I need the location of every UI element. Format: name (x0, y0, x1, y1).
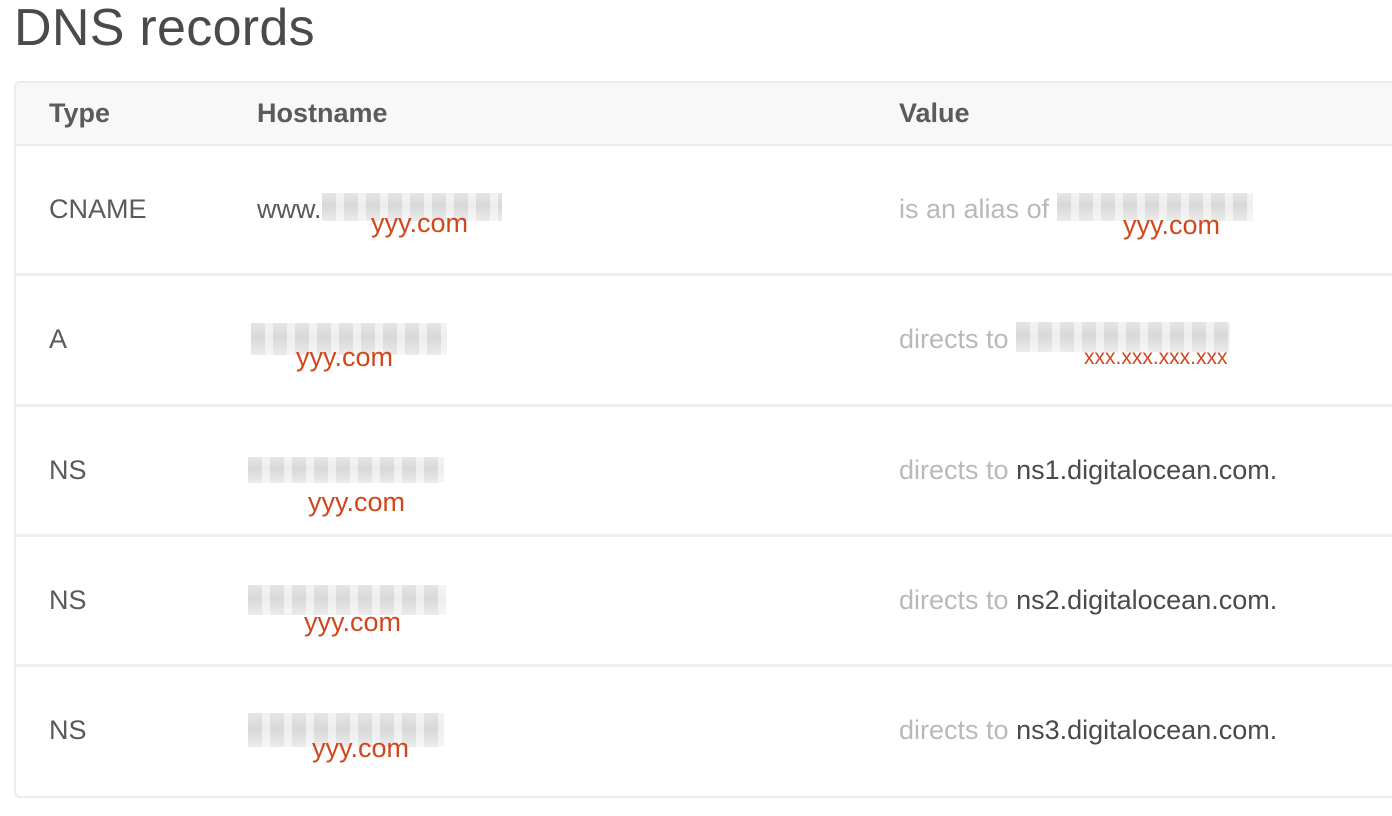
hostname-annotation: yyy.com (371, 208, 469, 238)
value-prefix: is an alias of (899, 194, 1050, 224)
value-prefix: directs to (899, 455, 1009, 485)
column-header-hostname: Hostname (257, 98, 388, 128)
table-row[interactable]: CNAME www. yyy.com is an alias of yyy.co… (16, 146, 1392, 276)
value-text: ns2.digitalocean.com. (1016, 585, 1278, 615)
value-prefix: directs to (899, 715, 1009, 745)
record-type: NS (49, 715, 87, 745)
table-row[interactable]: NS yyy.com directs to ns3.digitalocean.c… (16, 667, 1392, 796)
dns-records-table: Type Hostname Value CNAME www. yyy.com i… (14, 81, 1392, 798)
hostname-annotation: yyy.com (312, 733, 410, 763)
value-annotation: yyy.com (1123, 210, 1221, 240)
value-prefix: directs to (899, 585, 1009, 615)
redacted-hostname (248, 456, 444, 483)
record-type: NS (49, 455, 87, 485)
hostname-prefix: www. (257, 194, 322, 224)
page-title: DNS records (14, 0, 315, 57)
table-header: Type Hostname Value (16, 83, 1392, 146)
record-value: directs to ns2.digitalocean.com. (899, 585, 1277, 616)
record-hostname (248, 455, 444, 486)
record-type: CNAME (49, 194, 147, 224)
value-text: ns3.digitalocean.com. (1016, 715, 1278, 745)
record-value: directs to ns3.digitalocean.com. (899, 715, 1277, 746)
record-type: A (49, 324, 68, 354)
hostname-annotation: yyy.com (296, 342, 394, 372)
table-row[interactable]: A yyy.com directs to xxx.xxx.xxx.xxx (16, 276, 1392, 407)
record-value: directs to ns1.digitalocean.com. (899, 455, 1277, 486)
value-prefix: directs to (899, 324, 1009, 354)
value-text: ns1.digitalocean.com. (1016, 455, 1278, 485)
hostname-annotation: yyy.com (308, 487, 406, 517)
table-row[interactable]: NS yyy.com directs to ns1.digitalocean.c… (16, 407, 1392, 537)
column-header-value: Value (899, 98, 970, 128)
column-header-type: Type (49, 98, 111, 128)
value-annotation: xxx.xxx.xxx.xxx (1084, 346, 1228, 369)
hostname-annotation: yyy.com (304, 607, 402, 637)
table-row[interactable]: NS yyy.com directs to ns2.digitalocean.c… (16, 537, 1392, 667)
record-type: NS (49, 585, 87, 615)
